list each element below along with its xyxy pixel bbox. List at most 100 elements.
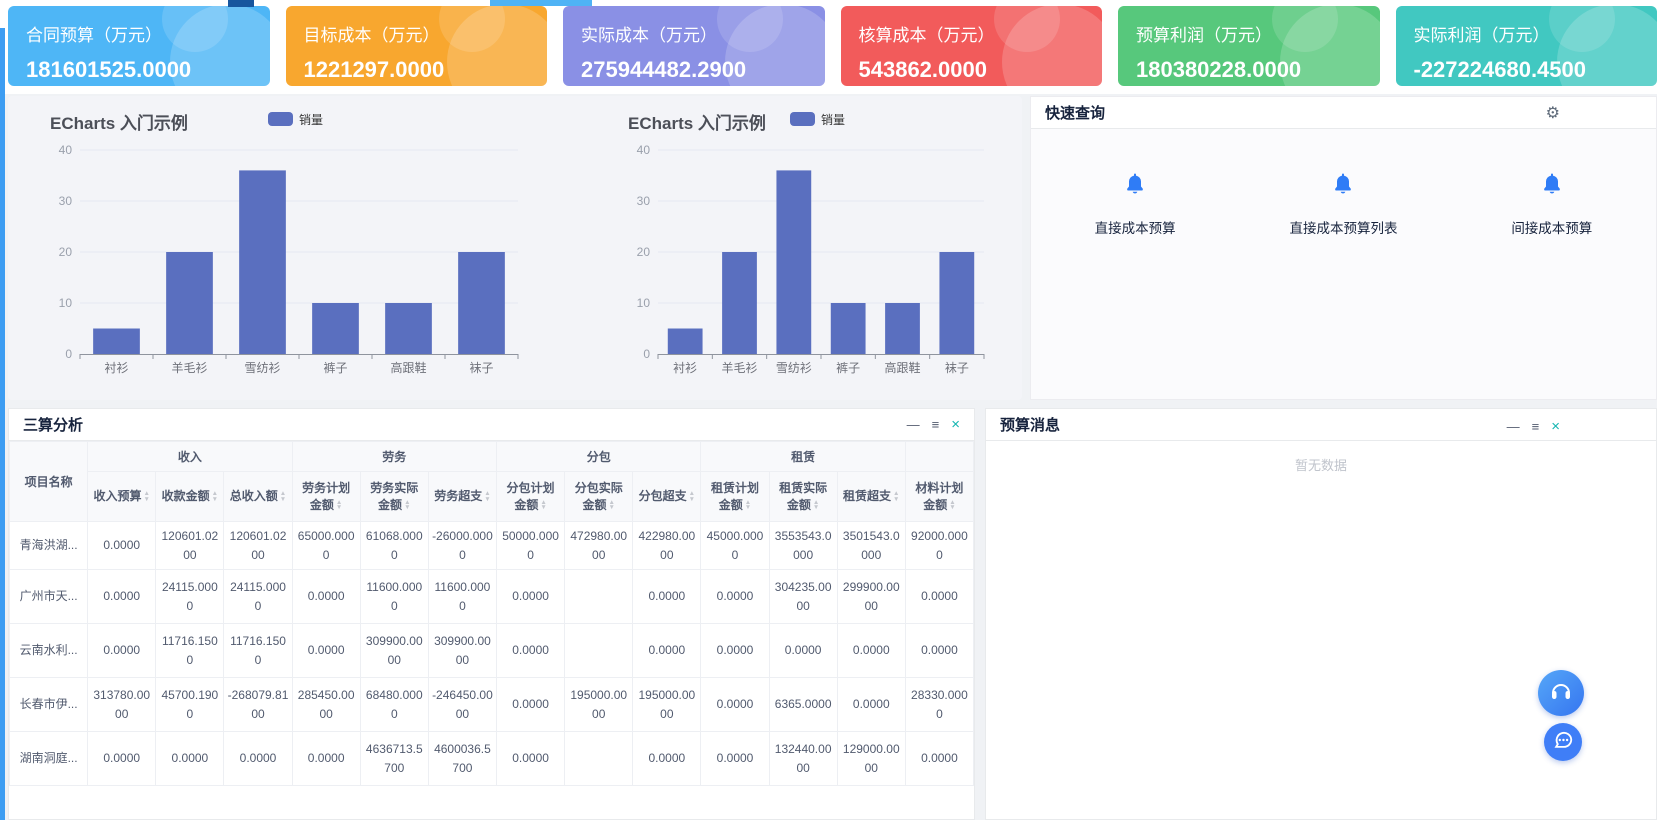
sort-icon[interactable]: ▲▼ [540,500,546,511]
customer-service-button[interactable] [1538,670,1584,716]
table-cell: 132440.0000 [769,732,837,786]
table-cell: -246450.0000 [428,678,496,732]
table-cell: 45700.1900 [156,678,224,732]
table-cell: 28330.0000 [905,678,973,732]
bell-icon [1331,171,1355,201]
sort-icon[interactable]: ▲▼ [813,500,819,511]
close-icon[interactable]: × [951,417,960,432]
table-cell: 129000.0000 [837,732,905,786]
legend-item[interactable]: 销量 [790,112,845,127]
table-cell: 0.0000 [769,624,837,678]
table-cell: 24115.0000 [156,570,224,624]
table-cell: 422980.0000 [633,522,701,570]
kpi-card-2: 实际成本（万元） 275944482.2900 [563,6,825,86]
y-axis-tick: 20 [59,245,73,259]
table-col-header-sort[interactable]: 劳务实际金额▲▼ [360,472,428,522]
bar[interactable] [831,303,866,354]
menu-icon[interactable]: ≡ [1532,420,1540,433]
sort-icon[interactable]: ▲▼ [949,500,955,511]
svg-text:销量: 销量 [299,113,323,127]
table-row-4[interactable]: 湖南洞庭... 0.00000.00000.00000.00004636713.… [10,732,974,786]
bell-icon [1123,171,1147,201]
table-row-0[interactable]: 青海洪湖... 0.0000120601.0200120601.02006500… [10,522,974,570]
close-icon[interactable]: × [1551,419,1560,434]
quick-query-panel: 快速查询 ⚙ 直接成本预算 直接成本预算列表 间接成本预算 [1030,96,1657,400]
table-cell: 120601.0200 [156,522,224,570]
table-col-header-sort[interactable]: 分包实际金额▲▼ [565,472,633,522]
sort-icon[interactable]: ▲▼ [608,500,614,511]
bar[interactable] [239,170,286,354]
quick-query-item-2[interactable]: 间接成本预算 [1448,171,1656,237]
table-col-group: 租赁 [701,442,905,472]
table-col-header-sort[interactable]: 材料计划金额▲▼ [905,472,973,522]
bar[interactable] [776,170,811,354]
bar[interactable] [312,303,359,354]
legend-item[interactable]: 销量 [268,112,323,127]
minimize-icon[interactable]: — [907,418,920,431]
table-col-header-sort[interactable]: 租赁超支▲▼ [837,472,905,522]
bar[interactable] [458,252,505,354]
kpi-card-1: 目标成本（万元） 1221297.0000 [286,6,548,86]
table-col-header-sort[interactable]: 租赁计划金额▲▼ [701,472,769,522]
kpi-card-label: 预算利润（万元） [1136,21,1362,46]
sort-icon[interactable]: ▲▼ [689,491,695,502]
table-col-header-sort[interactable]: 收入预算▲▼ [88,472,156,522]
bar[interactable] [885,303,920,354]
table-cell: 0.0000 [837,678,905,732]
table-row-2[interactable]: 云南水利... 0.000011716.150011716.15000.0000… [10,624,974,678]
table-col-header-sort[interactable]: 劳务超支▲▼ [428,472,496,522]
bar[interactable] [385,303,432,354]
table-cell: 61068.0000 [360,522,428,570]
project-name-cell: 广州市天... [10,570,88,624]
sort-icon[interactable]: ▲▼ [404,500,410,511]
table-cell: 24115.0000 [224,570,292,624]
minimize-icon[interactable]: — [1507,420,1520,433]
y-axis-tick: 40 [59,143,73,157]
table-cell: 304235.0000 [769,570,837,624]
bar[interactable] [166,252,213,354]
x-axis-label: 裤子 [323,361,347,375]
chat-button[interactable] [1544,723,1582,761]
bar[interactable] [722,252,757,354]
table-col-header-sort[interactable]: 租赁实际金额▲▼ [769,472,837,522]
table-cell: 0.0000 [292,624,360,678]
y-axis-tick: 30 [59,194,73,208]
table-col-header-sort[interactable]: 总收入额▲▼ [224,472,292,522]
table-col-header-sort[interactable]: 分包超支▲▼ [633,472,701,522]
table-col-header-sort[interactable]: 劳务计划金额▲▼ [292,472,360,522]
table-cell: 309900.0000 [428,624,496,678]
menu-icon[interactable]: ≡ [932,418,940,431]
table-row-3[interactable]: 长春市伊... 313780.000045700.1900-268079.810… [10,678,974,732]
sort-icon[interactable]: ▲▼ [336,500,342,511]
sort-icon[interactable]: ▲▼ [484,491,490,502]
sales-bar-chart-2: ECharts 入门示例销量010203040衬衫羊毛衫雪纺衫裤子高跟鞋袜子 [600,102,1000,387]
x-axis-label: 高跟鞋 [884,360,920,375]
table-row-1[interactable]: 广州市天... 0.000024115.000024115.00000.0000… [10,570,974,624]
left-edge-strip [0,28,5,820]
table-col-header-sort[interactable]: 分包计划金额▲▼ [497,472,565,522]
sort-icon[interactable]: ▲▼ [212,491,218,502]
analysis-panel: 三算分析 — ≡ × 项目名称 收入劳务分包租赁 收入预算▲▼收款金额▲▼总收入… [8,408,975,820]
table-cell: 472980.0000 [565,522,633,570]
kpi-card-label: 实际利润（万元） [1414,21,1640,46]
project-name-cell: 湖南洞庭... [10,732,88,786]
table-cell: 299900.0000 [837,570,905,624]
table-cell [565,570,633,624]
bar[interactable] [939,252,974,354]
table-col-header-sort[interactable]: 收款金额▲▼ [156,472,224,522]
analysis-table: 项目名称 收入劳务分包租赁 收入预算▲▼收款金额▲▼总收入额▲▼劳务计划金额▲▼… [9,441,974,786]
sort-icon[interactable]: ▲▼ [745,500,751,511]
sort-icon[interactable]: ▲▼ [893,491,899,502]
table-cell: 4636713.5700 [360,732,428,786]
kpi-card-0: 合同预算（万元） 181601525.0000 [8,6,270,86]
table-cell: 0.0000 [88,732,156,786]
sort-icon[interactable]: ▲▼ [280,491,286,502]
sort-icon[interactable]: ▲▼ [144,491,150,502]
gear-icon[interactable]: ⚙ [1546,103,1560,123]
quick-query-item-0[interactable]: 直接成本预算 [1031,171,1239,237]
bar[interactable] [93,329,140,355]
headset-icon [1549,679,1573,708]
bar[interactable] [668,329,703,355]
quick-query-item-1[interactable]: 直接成本预算列表 [1239,171,1447,237]
kpi-card-3: 核算成本（万元） 543862.0000 [841,6,1103,86]
